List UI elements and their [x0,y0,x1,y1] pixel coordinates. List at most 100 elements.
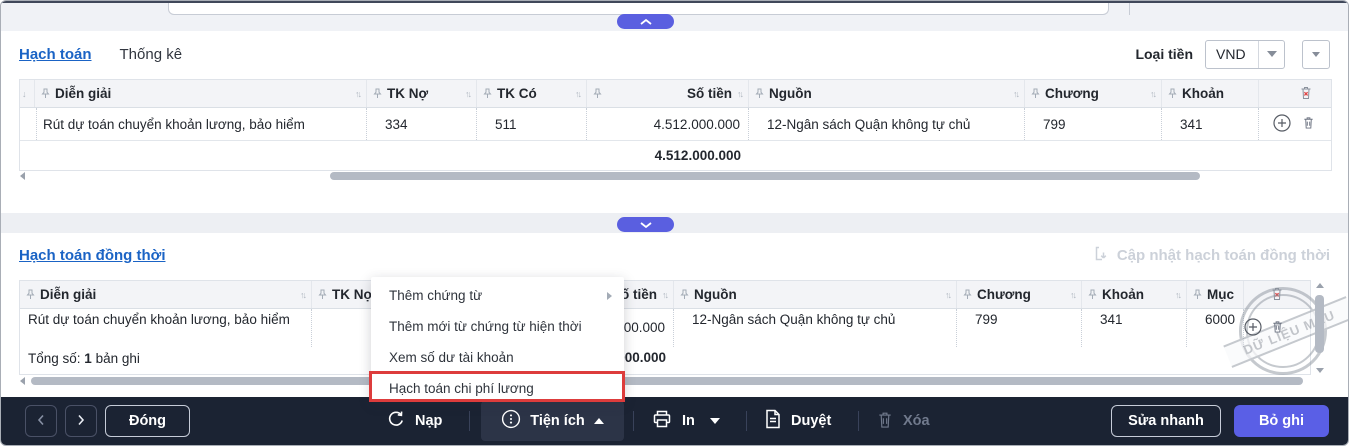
table1-row-indicator-header[interactable]: ↓ [20,80,35,107]
sort-icon[interactable]: ↑↓ [945,290,950,300]
sort-icon[interactable]: ↑↓ [575,89,580,99]
sort-icon[interactable]: ↑↓ [1013,89,1018,99]
table2-header-delete-all[interactable] [1244,281,1310,308]
scroll-left-icon[interactable] [20,377,25,385]
cell-so-tien[interactable]: 4.512.000.000 [587,108,749,140]
cell-dien-giai[interactable]: Rút dự toán chuyển khoản lương, bảo hiểm [20,309,312,347]
cell-muc[interactable]: 6000 [1187,309,1244,347]
table1-row[interactable]: Rút dự toán chuyển khoản lương, bảo hiểm… [20,108,1331,140]
pin-icon[interactable] [593,88,602,99]
currency-dropdown-button[interactable] [1258,41,1284,68]
unpost-button[interactable]: Bỏ ghi [1234,405,1329,437]
delete-column-icon [1299,85,1313,103]
cell-nguon[interactable]: 12-Ngân sách Quận không tự chủ [674,309,957,347]
menu-item-xem-so-du[interactable]: Xem số dư tài khoản [371,342,624,373]
add-row-icon[interactable] [1273,114,1291,135]
menu-item-them-chung-tu[interactable]: Thêm chứng từ [371,280,624,311]
pin-icon[interactable] [1088,289,1097,300]
table2-row[interactable]: Rút dự toán chuyển khoản lương, bảo hiểm… [20,309,1310,347]
print-button[interactable]: In [651,397,720,445]
add-row-icon[interactable] [1244,318,1262,341]
scrollbar-thumb[interactable] [330,172,1200,180]
column-label: TK Có [497,86,570,101]
table1-header-khoan[interactable]: Khoản [1162,80,1259,107]
sort-icon[interactable]: ↑↓ [1070,290,1075,300]
pin-icon[interactable] [483,88,492,99]
column-label: TK Nợ [387,86,460,101]
table1-header-dien-giai[interactable]: Diễn giải ↑↓ [35,80,367,107]
approve-button[interactable]: Duyệt [764,397,831,445]
table2-header-chuong[interactable]: Chương ↑↓ [957,281,1082,308]
simultaneous-entries-table: Diễn giải ↑↓ TK Nợ ↑↓ Số tiền ↑↓ Nguồn ↑… [19,280,1311,375]
table1-header-delete-all[interactable] [1259,80,1331,107]
pin-icon[interactable] [41,88,50,99]
menu-item-hach-toan-chi-phi-luong[interactable]: Hạch toán chi phí lương [371,373,624,404]
simultaneous-entry-link[interactable]: Hạch toán đồng thời [19,247,165,264]
sort-icon[interactable]: ↑↓ [465,89,470,99]
table1-header-chuong[interactable]: Chương ↑↓ [1025,80,1162,107]
table2-header-khoan[interactable]: Khoản ↑↓ [1082,281,1187,308]
pin-icon[interactable] [1168,88,1177,99]
chevron-down-icon [1267,51,1277,57]
update-simultaneous-entry-button: Cập nhật hạch toán đồng thời [1093,245,1330,266]
chevron-down-icon[interactable] [710,418,720,424]
table1-header-tk-no[interactable]: TK Nợ ↑↓ [367,80,477,107]
sort-icon[interactable]: ↑↓ [300,290,305,300]
collapse-down-button[interactable] [617,217,674,232]
delete-row-icon[interactable] [1302,115,1315,133]
reload-button[interactable]: Nạp [386,397,442,445]
tab-thong-ke[interactable]: Thống kê [120,46,183,63]
quick-edit-button[interactable]: Sửa nhanh [1111,405,1221,437]
scroll-up-icon[interactable] [1316,283,1324,288]
scrollbar-thumb[interactable] [31,377,1303,385]
cell-chuong[interactable]: 799 [1025,108,1162,140]
menu-item-them-moi-tu-chung-tu[interactable]: Thêm mới từ chứng từ hiện thời [371,311,624,342]
currency-dropdown[interactable]: VND [1205,40,1285,69]
cell-nguon[interactable]: 12-Ngân sách Quận không tự chủ [749,108,1025,140]
pin-icon[interactable] [755,88,764,99]
utilities-button[interactable]: Tiện ích [481,401,624,441]
table1-total-row: 4.512.000.000 [20,140,1331,170]
bottom-toolbar: Đóng Nạp Tiện ích In Duyệt Xóa [1,397,1348,445]
table2-vertical-scrollbar[interactable] [1314,283,1325,373]
cell-dien-giai[interactable]: Rút dự toán chuyển khoản lương, bảo hiểm [35,108,367,140]
table2-header-nguon[interactable]: Nguồn ↑↓ [674,281,957,308]
delete-row-icon[interactable] [1271,319,1284,339]
table2-header-muc[interactable]: Mục [1187,281,1244,308]
table1-header-so-tien[interactable]: Số tiền ↑↓ [587,80,749,107]
currency-extra-dropdown[interactable] [1302,40,1330,69]
cell-chuong[interactable]: 799 [957,309,1082,347]
pin-icon[interactable] [680,289,689,300]
pin-icon[interactable] [963,289,972,300]
submenu-caret-icon [607,292,612,300]
pin-icon[interactable] [373,88,382,99]
currency-value: VND [1206,41,1258,68]
scroll-left-icon[interactable] [20,172,25,180]
scrollbar-thumb[interactable] [1315,295,1324,353]
table2-header-dien-giai[interactable]: Diễn giải ↑↓ [20,281,312,308]
close-button[interactable]: Đóng [105,405,190,437]
sort-icon[interactable]: ↑↓ [662,290,667,300]
sort-icon[interactable]: ↑↓ [1175,290,1180,300]
sort-icon[interactable]: ↑↓ [737,89,742,99]
table1-horizontal-scrollbar[interactable] [20,172,1331,181]
pin-icon[interactable] [26,289,35,300]
next-record-button[interactable] [65,405,97,437]
scroll-down-icon[interactable] [1316,368,1324,373]
table1-header-nguon[interactable]: Nguồn ↑↓ [749,80,1025,107]
cell-tk-co[interactable]: 511 [477,108,587,140]
sort-icon[interactable]: ↑↓ [355,89,360,99]
table2-horizontal-scrollbar[interactable] [20,377,1310,386]
cell-khoan[interactable]: 341 [1082,309,1187,347]
refresh-icon [386,409,406,433]
sort-icon[interactable]: ↑↓ [1150,89,1155,99]
cell-khoan[interactable]: 341 [1162,108,1259,140]
pin-icon[interactable] [1031,88,1040,99]
tab-hach-toan[interactable]: Hạch toán [19,46,92,63]
collapse-up-button[interactable] [617,14,674,29]
table1-header-tk-co[interactable]: TK Có ↑↓ [477,80,587,107]
pin-icon[interactable] [1193,289,1202,300]
cell-tk-no[interactable]: 334 [367,108,477,140]
delete-button: Xóa [876,397,930,445]
pin-icon[interactable] [318,289,327,300]
